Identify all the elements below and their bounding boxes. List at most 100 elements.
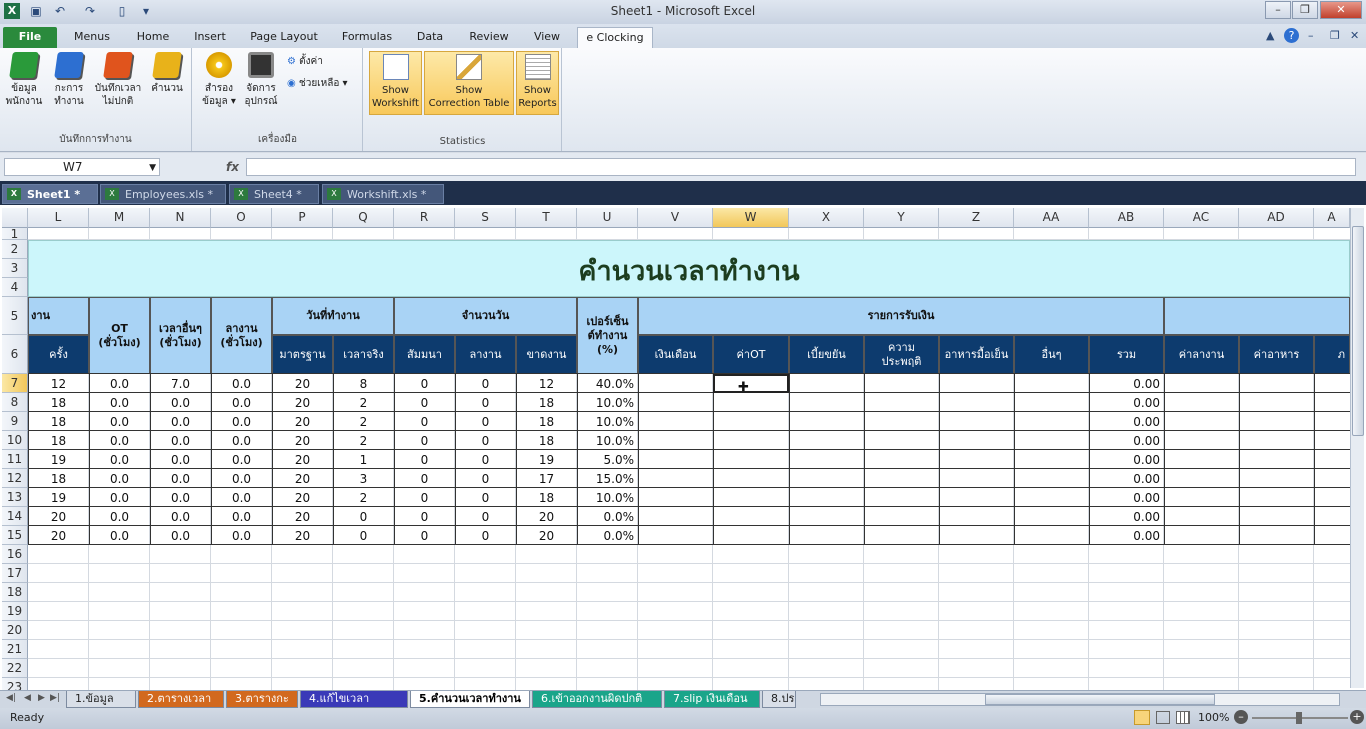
insert-function-icon[interactable]: fx xyxy=(226,160,239,174)
total-cell[interactable]: 0.00 xyxy=(1089,470,1164,488)
data-cell[interactable]: 0.0 xyxy=(89,375,150,393)
data-cell[interactable]: 19 xyxy=(516,451,577,469)
row-header-2[interactable]: 2 xyxy=(2,240,28,259)
workbook-tab-employees[interactable]: X Employees.xls * xyxy=(100,184,226,204)
data-cell[interactable]: 2 xyxy=(333,394,394,412)
data-cell[interactable]: 0.0 xyxy=(150,432,211,450)
data-cell[interactable]: 18 xyxy=(516,489,577,507)
column-header-q[interactable]: Q xyxy=(333,208,394,228)
data-cell[interactable]: 7.0 xyxy=(150,375,211,393)
sheet-tab-3[interactable]: 3.ตารางกะ xyxy=(226,691,298,708)
data-cell[interactable]: 0.0 xyxy=(89,508,150,526)
data-cell[interactable]: 20 xyxy=(272,451,333,469)
column-header-ad[interactable]: AD xyxy=(1239,208,1314,228)
row-header-12[interactable]: 12 xyxy=(2,469,28,488)
data-cell[interactable]: 0.0 xyxy=(89,413,150,431)
column-header-m[interactable]: M xyxy=(89,208,150,228)
manage-device-button[interactable]: จัดการ อุปกรณ์ xyxy=(241,52,281,108)
data-cell[interactable]: 0 xyxy=(333,508,394,526)
help-button[interactable]: ◉ ช่วยเหลือ ▾ xyxy=(287,76,348,91)
total-cell[interactable]: 0.00 xyxy=(1089,527,1164,545)
workbook-tab-sheet4[interactable]: X Sheet4 * xyxy=(229,184,319,204)
tab-view[interactable]: View xyxy=(524,27,570,48)
tab-menus[interactable]: Menus xyxy=(66,27,118,48)
data-cell[interactable]: 0.0 xyxy=(211,413,272,431)
row-header-14[interactable]: 14 xyxy=(2,507,28,526)
workbook-close-icon[interactable]: ✕ xyxy=(1350,29,1359,42)
data-cell[interactable]: 20 xyxy=(272,394,333,412)
data-cell[interactable]: 0 xyxy=(455,451,516,469)
row-header-15[interactable]: 15 xyxy=(2,526,28,545)
data-cell[interactable]: 0.0 xyxy=(211,432,272,450)
data-cell[interactable]: 18 xyxy=(28,470,89,488)
column-header-v[interactable]: V xyxy=(638,208,713,228)
calculate-button[interactable]: คำนวน xyxy=(146,52,188,95)
data-cell[interactable]: 0.0 xyxy=(211,470,272,488)
data-cell[interactable]: 5.0% xyxy=(577,451,638,469)
data-cell[interactable]: 20 xyxy=(516,527,577,545)
data-cell[interactable]: 0.0% xyxy=(577,527,638,545)
data-cell[interactable]: 0.0 xyxy=(89,432,150,450)
data-cell[interactable]: 0.0 xyxy=(211,451,272,469)
row-header-8[interactable]: 8 xyxy=(2,393,28,412)
data-cell[interactable]: 3 xyxy=(333,470,394,488)
row-header-16[interactable]: 16 xyxy=(2,545,28,564)
data-cell[interactable]: 15.0% xyxy=(577,470,638,488)
data-cell[interactable]: 0 xyxy=(394,413,455,431)
data-cell[interactable]: 18 xyxy=(28,432,89,450)
data-cell[interactable]: 0.0 xyxy=(150,470,211,488)
data-cell[interactable]: 20 xyxy=(272,508,333,526)
data-cell[interactable]: 10.0% xyxy=(577,394,638,412)
prev-sheet-icon[interactable]: ◀ xyxy=(24,693,31,703)
total-cell[interactable]: 0.00 xyxy=(1089,451,1164,469)
select-all-corner[interactable] xyxy=(2,208,28,228)
row-header-11[interactable]: 11 xyxy=(2,450,28,469)
sheet-tab-5[interactable]: 5.คำนวนเวลาทำงาน xyxy=(410,691,530,708)
row-header-4[interactable]: 4 xyxy=(2,278,28,297)
row-header-20[interactable]: 20 xyxy=(2,621,28,640)
tab-page-layout[interactable]: Page Layout xyxy=(244,27,324,48)
data-cell[interactable]: 2 xyxy=(333,489,394,507)
horizontal-scrollbar-thumb[interactable] xyxy=(985,694,1215,705)
data-cell[interactable]: 0.0 xyxy=(211,375,272,393)
data-cell[interactable]: 18 xyxy=(516,413,577,431)
data-cell[interactable]: 0.0 xyxy=(211,489,272,507)
sheet-tab-8[interactable]: 8.ปร xyxy=(762,691,796,708)
row-header-13[interactable]: 13 xyxy=(2,488,28,507)
workbook-restore-icon[interactable]: ❐ xyxy=(1330,29,1340,42)
last-sheet-icon[interactable]: ▶| xyxy=(50,693,60,703)
data-cell[interactable]: 0 xyxy=(455,375,516,393)
work-shift-button[interactable]: กะการ ทำงาน xyxy=(48,52,90,108)
data-cell[interactable]: 8 xyxy=(333,375,394,393)
column-header-ac[interactable]: AC xyxy=(1164,208,1239,228)
chevron-down-icon[interactable]: ▼ xyxy=(149,160,156,176)
data-cell[interactable]: 20 xyxy=(272,470,333,488)
data-cell[interactable]: 10.0% xyxy=(577,489,638,507)
data-cell[interactable]: 0.0 xyxy=(150,527,211,545)
data-cell[interactable]: 0.0 xyxy=(150,508,211,526)
horizontal-scrollbar[interactable] xyxy=(820,693,1340,706)
minimize-ribbon-icon[interactable]: ▲ xyxy=(1266,29,1274,42)
sheet-tab-2[interactable]: 2.ตารางเวลา xyxy=(138,691,224,708)
row-header-19[interactable]: 19 xyxy=(2,602,28,621)
data-cell[interactable]: 0 xyxy=(394,432,455,450)
tab-file[interactable]: File xyxy=(3,27,57,48)
column-header-s[interactable]: S xyxy=(455,208,516,228)
row-header-6[interactable]: 6 xyxy=(2,335,28,374)
data-cell[interactable]: 0.0 xyxy=(89,394,150,412)
data-cell[interactable]: 0.0 xyxy=(150,489,211,507)
data-cell[interactable]: 0 xyxy=(394,451,455,469)
data-cell[interactable]: 0 xyxy=(394,470,455,488)
data-cell[interactable]: 0.0 xyxy=(150,451,211,469)
data-cell[interactable]: 0 xyxy=(394,527,455,545)
column-header-n[interactable]: N xyxy=(150,208,211,228)
data-cell[interactable]: 2 xyxy=(333,432,394,450)
data-cell[interactable]: 18 xyxy=(516,394,577,412)
column-header-ab[interactable]: AB xyxy=(1089,208,1164,228)
vertical-scrollbar[interactable] xyxy=(1350,208,1364,688)
data-cell[interactable]: 18 xyxy=(28,413,89,431)
data-cell[interactable]: 0.0 xyxy=(211,394,272,412)
total-cell[interactable]: 0.00 xyxy=(1089,413,1164,431)
minimize-button[interactable]: – xyxy=(1265,1,1291,19)
row-header-17[interactable]: 17 xyxy=(2,564,28,583)
